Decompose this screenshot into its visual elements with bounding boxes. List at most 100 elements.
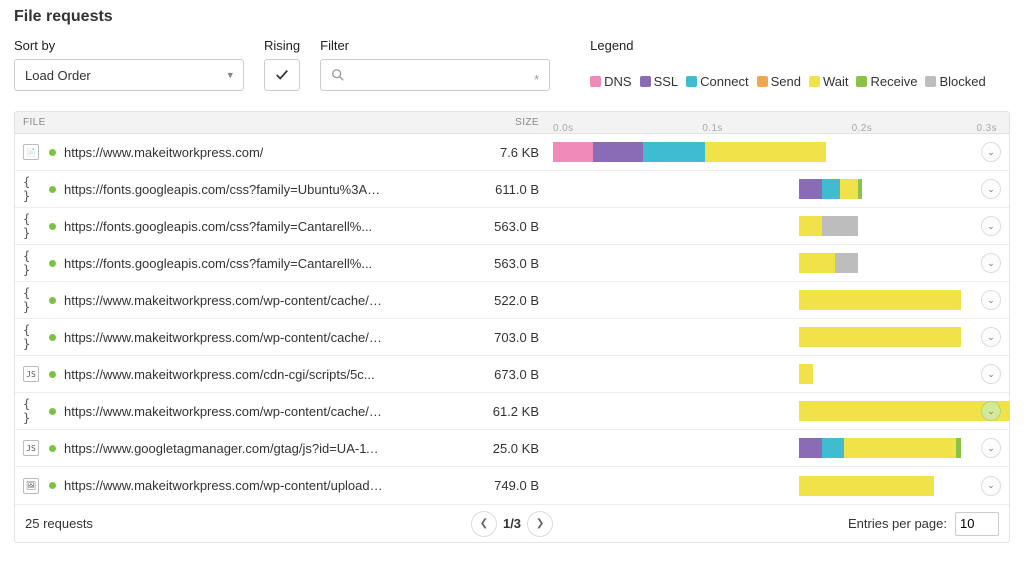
expand-button[interactable]: ⌄ [981, 290, 1001, 310]
waterfall-segment [822, 438, 844, 458]
expand-button[interactable]: ⌄ [981, 142, 1001, 162]
size-cell: 563.0 B [383, 256, 553, 271]
request-url[interactable]: https://www.makeitworkpress.com/wp-conte… [64, 478, 383, 493]
table-row: { }https://www.makeitworkpress.com/wp-co… [15, 319, 1009, 356]
legend-swatch [856, 76, 867, 87]
waterfall-segment [799, 327, 960, 347]
next-page-button[interactable]: ❯ [527, 511, 553, 537]
waterfall-cell: ⌄ [553, 437, 1001, 459]
filter-input[interactable]: * [320, 59, 550, 91]
waterfall-segment [844, 438, 956, 458]
request-url[interactable]: https://www.makeitworkpress.com/cdn-cgi/… [64, 367, 375, 382]
size-cell: 673.0 B [383, 367, 553, 382]
expand-button[interactable]: ⌄ [981, 253, 1001, 273]
table-row: { }https://fonts.googleapis.com/css?fami… [15, 208, 1009, 245]
waterfall-segment [858, 179, 862, 199]
waterfall-cell: ⌄ [553, 289, 1001, 311]
sort-label: Sort by [14, 38, 244, 53]
legend-text: Wait [823, 74, 849, 89]
timeline-tick: 0.1s [702, 123, 723, 134]
size-cell: 522.0 B [383, 293, 553, 308]
legend-item: SSL [640, 74, 679, 89]
request-url[interactable]: https://fonts.googleapis.com/css?family=… [64, 256, 372, 271]
timeline-tick: 0.3s [976, 123, 997, 134]
controls-bar: Sort by Load Order ▾ Rising Filter * Leg… [14, 38, 1010, 97]
legend-item: Connect [686, 74, 748, 89]
waterfall-cell: ⌄ [553, 363, 1001, 385]
file-type-icon: { } [23, 181, 39, 197]
waterfall-segment [799, 401, 1010, 421]
legend-item: Blocked [925, 74, 985, 89]
legend-swatch [809, 76, 820, 87]
expand-button[interactable]: ⌄ [981, 438, 1001, 458]
expand-button[interactable]: ⌄ [981, 179, 1001, 199]
waterfall-segment [799, 253, 835, 273]
prev-page-button[interactable]: ❮ [471, 511, 497, 537]
legend-text: SSL [654, 74, 679, 89]
legend-text: Receive [870, 74, 917, 89]
waterfall-segment [593, 142, 642, 162]
table-row: { } https://www.makeitworkpress.com/wp-co… [15, 393, 1009, 430]
expand-button[interactable]: ⌄ [981, 364, 1001, 384]
waterfall-segment [799, 290, 960, 310]
legend-swatch [925, 76, 936, 87]
check-icon [275, 68, 289, 82]
waterfall-segment [553, 142, 593, 162]
waterfall-segment [835, 253, 857, 273]
expand-button[interactable]: ⌄ [981, 327, 1001, 347]
request-url[interactable]: https://www.makeitworkpress.com/wp-conte… [64, 330, 383, 345]
request-url[interactable]: https://www.makeitworkpress.com/wp-conte… [64, 404, 383, 419]
status-dot [49, 149, 56, 156]
waterfall-segment [822, 179, 840, 199]
page-indicator: 1/3 [503, 516, 521, 531]
file-type-icon: JS [23, 440, 39, 456]
chevron-down-icon: ▾ [227, 69, 233, 82]
legend-item: Wait [809, 74, 849, 89]
legend-item: Receive [856, 74, 917, 89]
status-dot [49, 371, 56, 378]
file-type-icon: 📄 [23, 144, 39, 160]
table-row: JS https://www.googletagmanager.com/gtag/… [15, 430, 1009, 467]
status-dot [49, 445, 56, 452]
expand-button[interactable]: ⌄ [981, 216, 1001, 236]
waterfall-segment [799, 179, 821, 199]
filter-label: Filter [320, 38, 550, 53]
legend-swatch [686, 76, 697, 87]
expand-button[interactable]: ⌄ [981, 476, 1001, 496]
requests-table: FILE SIZE 0.0s0.1s0.2s0.3s 📄https://www.… [14, 111, 1010, 543]
sort-value: Load Order [25, 68, 91, 83]
entries-input[interactable] [955, 512, 999, 536]
waterfall-segment [799, 364, 812, 384]
legend-item: Send [757, 74, 801, 89]
file-type-icon: { } [23, 255, 39, 271]
entries-per-page: Entries per page: [848, 512, 999, 536]
request-url[interactable]: https://www.makeitworkpress.com/wp-conte… [64, 293, 383, 308]
rising-toggle[interactable] [264, 59, 300, 91]
legend-label: Legend [590, 38, 990, 53]
table-row: { } https://www.makeitworkpress.com/wp-co… [15, 282, 1009, 319]
status-dot [49, 297, 56, 304]
request-url[interactable]: https://www.googletagmanager.com/gtag/js… [64, 441, 383, 456]
expand-button[interactable]: ⌄ [981, 401, 1001, 421]
file-type-icon: { } [23, 292, 39, 308]
status-dot [49, 260, 56, 267]
request-url[interactable]: https://www.makeitworkpress.com/ [64, 145, 263, 160]
waterfall-segment [822, 216, 858, 236]
entries-label: Entries per page: [848, 516, 947, 531]
status-dot [49, 408, 56, 415]
waterfall-segment [799, 216, 821, 236]
legend-swatch [757, 76, 768, 87]
search-icon [331, 68, 345, 82]
size-cell: 61.2 KB [383, 404, 553, 419]
page-title: File requests [14, 8, 1010, 26]
size-cell: 749.0 B [383, 478, 553, 493]
request-url[interactable]: https://fonts.googleapis.com/css?family=… [64, 182, 383, 197]
legend-text: Send [771, 74, 801, 89]
waterfall-cell: ⌄ [553, 326, 1001, 348]
legend-swatch [640, 76, 651, 87]
sort-select[interactable]: Load Order ▾ [14, 59, 244, 91]
pager: ❮ 1/3 ❯ [471, 511, 553, 537]
request-url[interactable]: https://fonts.googleapis.com/css?family=… [64, 219, 372, 234]
file-type-icon: { } [23, 403, 39, 419]
waterfall-cell: ⌄ [553, 141, 1001, 163]
